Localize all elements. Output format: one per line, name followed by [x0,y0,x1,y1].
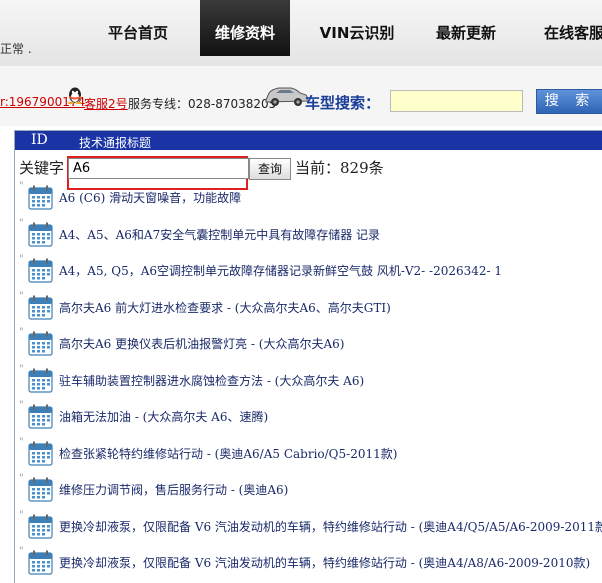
list-item[interactable]: " 更换冷却液泵，仅限配备 V6 汽油发动机的车辆，特约维修站行动 - (奥迪A4… [15,544,602,581]
nav-latest-updates-label: 最新更新 [435,24,496,42]
customer-service-link[interactable]: 客服2号 [84,95,128,112]
list-item[interactable]: " 检查张紧轮特约维修站行动 - (奥迪A6/A5 Cabrio/Q5-2011款… [15,435,602,472]
list-item-title[interactable]: 高尔夫A6 更换仪表后机油报警灯亮 - (大众高尔夫A6) [59,335,344,352]
list-item-marker: " [19,473,24,484]
list-item-marker: " [19,546,24,557]
list-item-marker: " [19,290,24,302]
list-item[interactable]: " 驻车辅助装置控制器进水腐蚀检查方法 - (大众高尔夫 A6) [15,362,602,399]
list-item-marker: " [19,400,24,411]
calendar-icon [28,185,53,210]
list-item[interactable]: " 油箱无法加油 - (大众高尔夫 A6、速腾) [15,398,602,435]
keyword-input[interactable] [68,158,249,179]
query-button-label: 查询 [257,162,282,176]
calendar-icon [28,295,53,320]
list-item-title[interactable]: 驻车辅助装置控制器进水腐蚀检查方法 - (大众高尔夫 A6) [59,372,364,389]
calendar-icon [28,477,53,502]
header-title: 技术通报标题 [79,136,152,150]
model-search-input[interactable] [390,90,523,112]
list-item-title[interactable]: 高尔夫A6 前大灯进水检查要求 - (大众高尔夫A6、高尔夫GTI) [59,299,391,316]
list-item-marker: " [19,509,24,521]
qq-penguin-icon[interactable] [66,86,84,104]
calendar-icon [28,368,53,393]
list-item-title[interactable]: 油箱无法加油 - (大众高尔夫 A6、速腾) [59,408,268,425]
calendar-icon [28,441,53,466]
calendar-icon [28,258,53,283]
list-item-marker: " [19,217,24,229]
top-navigation: 正常 . 平台首页 维修资料 VIN云识别 最新更新 在线客服 [0,0,602,66]
list-item[interactable]: " 高尔夫A6 前大灯进水检查要求 - (大众高尔夫A6、高尔夫GTI) [15,289,602,326]
car-icon [265,87,308,106]
tech-bulletin-panel: ID 技术通报标题 关键字 查询 当前：829条 " A6 (C6) 滑动天窗噪音… [14,130,602,583]
list-item-marker: " [19,436,24,448]
header-id: ID [31,132,48,148]
list-item[interactable]: " A4，A5, Q5，A6空调控制单元故障存储器记录新鲜空气鼓 风机-V2- -… [15,252,602,289]
model-search-label: 车型搜索： [305,94,381,112]
model-search-button[interactable]: 搜 索 [536,89,602,114]
panel-header: ID 技术通报标题 [15,131,602,150]
nav-vin-recognition[interactable]: VIN云识别 [304,0,410,58]
list-item-title[interactable]: 更换冷却液泵，仅限配备 V6 汽油发动机的车辆，特约维修站行动 - (奥迪A4/… [59,518,602,535]
keyword-label: 关键字 [19,159,65,177]
list-item-marker: " [19,363,24,375]
calendar-icon [28,550,53,575]
service-hotline: 服务专线：028-87038205 [128,97,277,111]
status-text: 正常 . [0,42,32,56]
list-item-title[interactable]: 更换冷却液泵，仅限配备 V6 汽油发动机的车辆，特约维修站行动 - (奥迪A4/… [59,554,590,571]
list-item-title[interactable]: A6 (C6) 滑动天窗噪音，功能故障 [59,189,241,206]
calendar-icon [28,404,53,429]
nav-repair-data[interactable]: 维修资料 [200,0,290,56]
list-item-title[interactable]: 检查张紧轮特约维修站行动 - (奥迪A6/A5 Cabrio/Q5-2011款) [59,445,397,462]
calendar-icon [28,222,53,247]
list-item-marker: " [19,181,24,192]
nav-home[interactable]: 平台首页 [90,0,186,58]
list-item-marker: " [19,254,24,265]
list-item[interactable]: " 维修压力调节阀，售后服务行动 - (奥迪A6) [15,471,602,508]
nav-home-label: 平台首页 [107,24,168,42]
calendar-icon [28,514,53,539]
list-item[interactable]: " A6 (C6) 滑动天窗噪音，功能故障 [15,179,602,216]
list-item[interactable]: " 更换冷却液泵，仅限配备 V6 汽油发动机的车辆，特约维修站行动 - (奥迪A4… [15,508,602,545]
query-button[interactable]: 查询 [249,158,291,180]
nav-latest-updates[interactable]: 最新更新 [424,0,508,58]
calendar-icon [28,331,53,356]
model-search-button-label: 搜 索 [544,93,596,109]
list-item-title[interactable]: 维修压力调节阀，售后服务行动 - (奥迪A6) [59,481,288,498]
nav-online-service[interactable]: 在线客服 [534,0,602,58]
nav-vin-recognition-label: VIN云识别 [319,24,395,42]
list-item[interactable]: " A4、A5、A6和A7安全气囊控制单元中具有故障存储器 记录 [15,216,602,253]
list-item-title[interactable]: A4，A5, Q5，A6空调控制单元故障存储器记录新鲜空气鼓 风机-V2- -2… [59,262,502,279]
nav-online-service-label: 在线客服 [544,24,602,42]
list-item-marker: " [19,327,24,338]
nav-repair-data-label: 维修资料 [214,24,275,42]
result-count: 当前：829条 [295,159,384,177]
list-item-title[interactable]: A4、A5、A6和A7安全气囊控制单元中具有故障存储器 记录 [59,226,380,243]
list-item[interactable]: " 高尔夫A6 更换仪表后机油报警灯亮 - (大众高尔夫A6) [15,325,602,362]
